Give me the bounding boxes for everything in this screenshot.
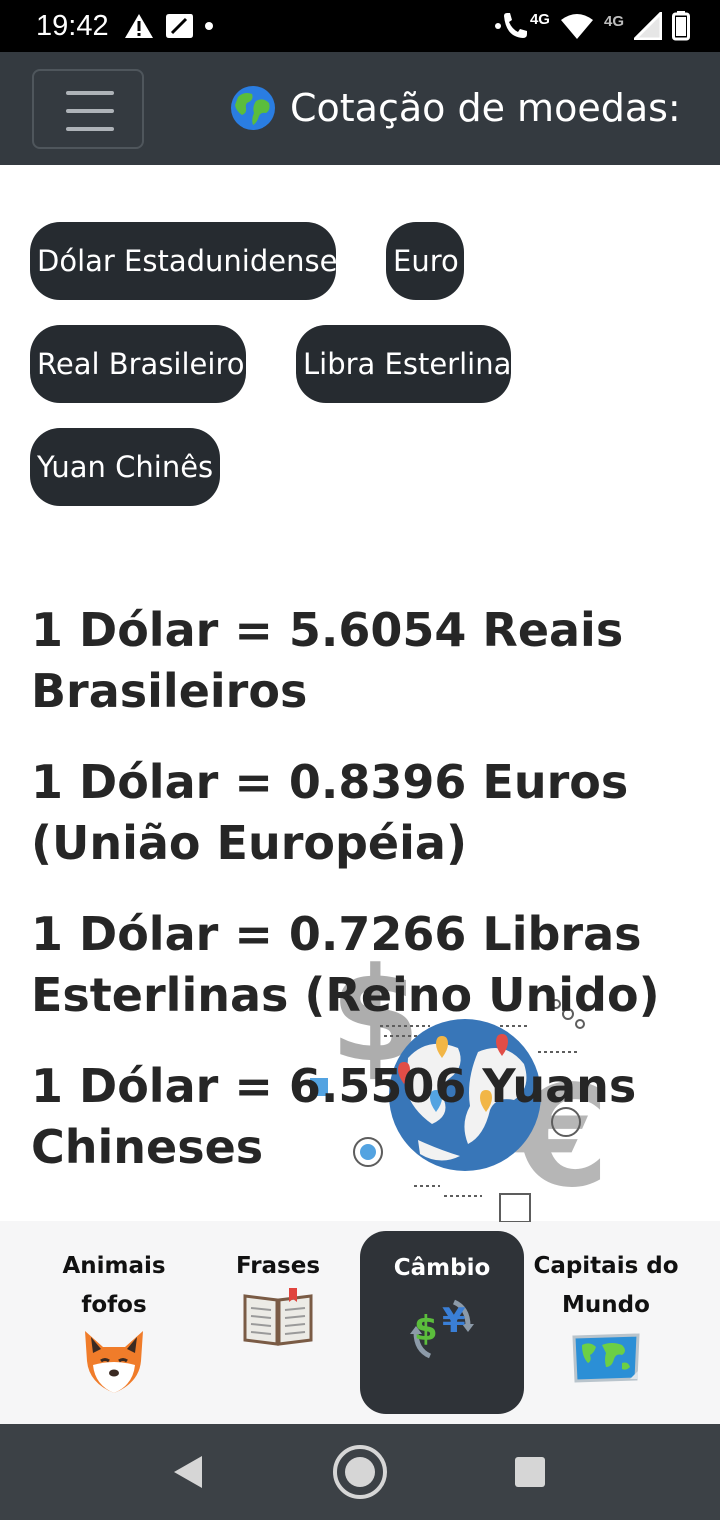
currency-chip-euro[interactable]: Euro [386,222,464,300]
status-right-icons: 4G 4G [494,8,690,44]
recents-icon[interactable] [514,1456,546,1488]
currency-chip-real[interactable]: Real Brasileiro [30,325,246,403]
network-type-label-2: 4G [603,12,624,30]
status-left-icons [124,10,214,42]
page-title-row: Cotação de moedas: [230,82,681,134]
tab-capitais-do-mundo[interactable]: Capitais do Mundo [524,1231,688,1414]
currency-chip-libra[interactable]: Libra Esterlina [296,325,511,403]
rate-line-libra: 1 Dólar = 0.7266 Libras Esterlinas (Rein… [31,907,660,1022]
home-icon[interactable] [332,1444,388,1500]
fox-icon [85,1331,143,1393]
rate-line-real: 1 Dólar = 5.6054 Reais Brasileiros [31,603,624,718]
svg-text:$: $ [414,1309,438,1349]
currency-exchange-icon: $ ¥ [410,1299,474,1359]
world-map-icon [572,1333,640,1383]
hamburger-menu-icon[interactable] [32,69,144,149]
status-bar: 19:42 4G 4G [0,0,720,52]
call-icon [494,13,527,38]
rate-line-yuan: 1 Dólar = 6.5506 Yuans Chineses [31,1059,637,1174]
dot-icon [205,22,213,30]
rates-list: 1 Dólar = 5.6054 Reais Brasileiros 1 Dól… [31,600,691,1208]
signal-icon [634,12,662,40]
book-icon [243,1288,313,1346]
back-icon[interactable] [170,1454,206,1490]
currency-chip-dolar[interactable]: Dólar Estadunidense [30,222,337,300]
tab-frases[interactable]: Frases [196,1231,360,1414]
tab-label: Capitais do Mundo [533,1253,679,1318]
globe-icon [231,86,275,130]
tab-animais-fofos[interactable]: Animais fofos [32,1231,196,1414]
android-nav-bar [0,1424,720,1520]
page-title: Cotação de moedas: [290,86,681,130]
sim-card-icon [166,14,193,38]
bottom-tab-bar: Animais fofos Frases Câmbio $ ¥ Capitais… [0,1221,720,1424]
tab-label: Animais fofos [62,1253,166,1318]
battery-icon [672,11,690,41]
wifi-icon [560,14,593,39]
tab-label: Câmbio [393,1255,491,1281]
app-header: Cotação de moedas: [0,52,720,165]
svg-text:¥: ¥ [442,1301,466,1341]
rate-line-euro: 1 Dólar = 0.8396 Euros (União Européia) [31,755,629,870]
network-type-label: 4G [529,10,550,28]
tab-label: Frases [235,1253,321,1279]
warning-icon [125,14,153,38]
currency-chip-yuan[interactable]: Yuan Chinês [30,428,220,506]
status-time: 19:42 [36,10,109,42]
tab-cambio[interactable]: Câmbio $ ¥ [360,1231,524,1414]
